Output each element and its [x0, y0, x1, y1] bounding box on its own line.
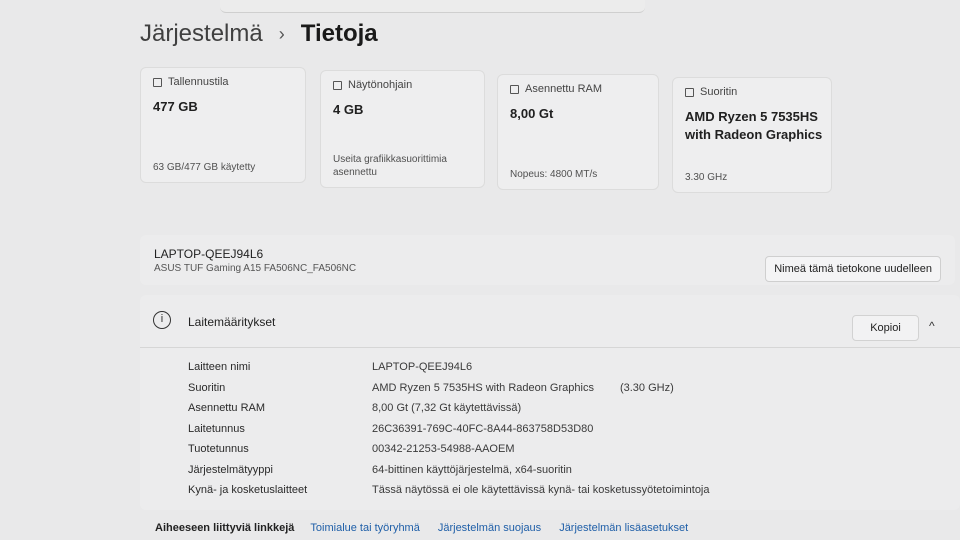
specs-title: Laitemääritykset [188, 315, 276, 329]
card-label: Asennettu RAM [525, 83, 603, 95]
search-bar-edge[interactable] [220, 0, 645, 13]
spec-row: Laitetunnus 26C36391-769C-40FC-8A44-86375… [188, 419, 710, 440]
spec-row: Asennettu RAM 8,00 Gt (7,32 Gt käytettävi… [188, 398, 710, 419]
spec-key: Laitetunnus [188, 422, 245, 435]
ram-icon [510, 84, 519, 94]
card-storage[interactable]: Tallennustila 477 GB 63 GB/477 GB käytet… [140, 67, 306, 183]
spec-row: Tuotetunnus 00342-21253-54988-AAOEM [188, 439, 710, 460]
related-links-label: Aiheeseen liittyviä linkkejä [155, 522, 295, 534]
spec-key: Asennettu RAM [188, 402, 266, 415]
breadcrumb: Järjestelmä › Tietoja [140, 20, 378, 48]
copy-button[interactable]: Kopioi [852, 315, 919, 341]
card-label: Tallennustila [168, 76, 229, 88]
spec-value-sub: (3.30 GHz) [619, 381, 674, 394]
breadcrumb-root[interactable]: Järjestelmä [140, 20, 263, 48]
spec-value: Tässä näytössä ei ole käytettävissä kynä… [372, 484, 710, 497]
card-processor[interactable]: Suoritin AMD Ryzen 5 7535HS with Radeon … [672, 77, 832, 193]
spec-key: Järjestelmätyyppi [188, 463, 273, 476]
card-value: AMD Ryzen 5 7535HS with Radeon Graphics [685, 109, 823, 142]
card-foot: Useita grafiikkasuorittimia asennettu [333, 154, 447, 178]
spec-value: 00342-21253-54988-AAOEM [372, 443, 515, 456]
info-icon: i [153, 311, 171, 329]
card-label: Näytönohjain [348, 79, 413, 91]
spec-row: Järjestelmätyyppi 64-bittinen käyttöjärje… [188, 460, 710, 481]
spec-key: Kynä- ja kosketuslaitteet [188, 484, 308, 497]
spec-row: Laitteen nimi LAPTOP-QEEJ94L6 [188, 357, 710, 378]
device-specifications-panel: i Laitemääritykset Kopioi ^ Laitteen nim… [140, 295, 960, 510]
card-ram[interactable]: Asennettu RAM 8,00 Gt Nopeus: 4800 MT/s [497, 74, 659, 190]
spec-value: LAPTOP-QEEJ94L6 [372, 361, 473, 374]
spec-value-main: AMD Ryzen 5 7535HS with Radeon Graphics [372, 381, 594, 394]
spec-row: Suoritin AMD Ryzen 5 7535HS with Radeon G… [188, 378, 710, 399]
specs-header[interactable]: i Laitemääritykset Kopioi ^ [140, 295, 960, 348]
card-display-adapter[interactable]: Näytönohjain 4 GB Useita grafiikkasuorit… [320, 70, 485, 188]
card-foot: 63 GB/477 GB käytetty [153, 162, 256, 173]
card-value: 8,00 Gt [510, 106, 554, 121]
spec-value: 26C36391-769C-40FC-8A44-863758D53D80 [372, 422, 594, 435]
specs-list: Laitteen nimi LAPTOP-QEEJ94L6 Suoritin AMD… [188, 357, 710, 501]
card-value: 477 GB [153, 99, 198, 114]
chevron-up-icon[interactable]: ^ [929, 319, 935, 333]
link-advanced-system-settings[interactable]: Järjestelmän lisäasetukset [559, 522, 688, 534]
display-adapter-icon [333, 80, 342, 90]
related-links: Aiheeseen liittyviä linkkejä Toimialue t… [155, 522, 706, 534]
link-domain-workgroup[interactable]: Toimialue tai työryhmä [310, 522, 419, 534]
device-name-row: LAPTOP-QEEJ94L6 ASUS TUF Gaming A15 FA50… [140, 235, 955, 285]
link-system-protection[interactable]: Järjestelmän suojaus [438, 522, 541, 534]
device-name: LAPTOP-QEEJ94L6 [154, 247, 264, 261]
page-title: Tietoja [300, 20, 378, 47]
spec-row: Kynä- ja kosketuslaitteet Tässä näytössä … [188, 480, 710, 501]
chevron-right-icon: › [278, 23, 285, 44]
processor-icon [685, 87, 694, 97]
spec-key: Tuotetunnus [188, 443, 249, 456]
spec-value: 8,00 Gt (7,32 Gt käytettävissä) [372, 402, 522, 415]
card-label: Suoritin [700, 86, 738, 98]
device-model: ASUS TUF Gaming A15 FA506NC_FA506NC [154, 263, 357, 274]
spec-key: Laitteen nimi [188, 361, 251, 374]
spec-value: AMD Ryzen 5 7535HS with Radeon Graphics (… [372, 382, 674, 394]
card-value: 4 GB [333, 102, 364, 117]
card-foot: 3.30 GHz [685, 172, 728, 183]
storage-icon [153, 77, 162, 87]
rename-pc-button[interactable]: Nimeä tämä tietokone uudelleen [765, 256, 941, 282]
spec-key: Suoritin [188, 381, 226, 394]
spec-value: 64-bittinen käyttöjärjestelmä, x64-suori… [372, 463, 572, 476]
card-foot: Nopeus: 4800 MT/s [510, 169, 598, 180]
